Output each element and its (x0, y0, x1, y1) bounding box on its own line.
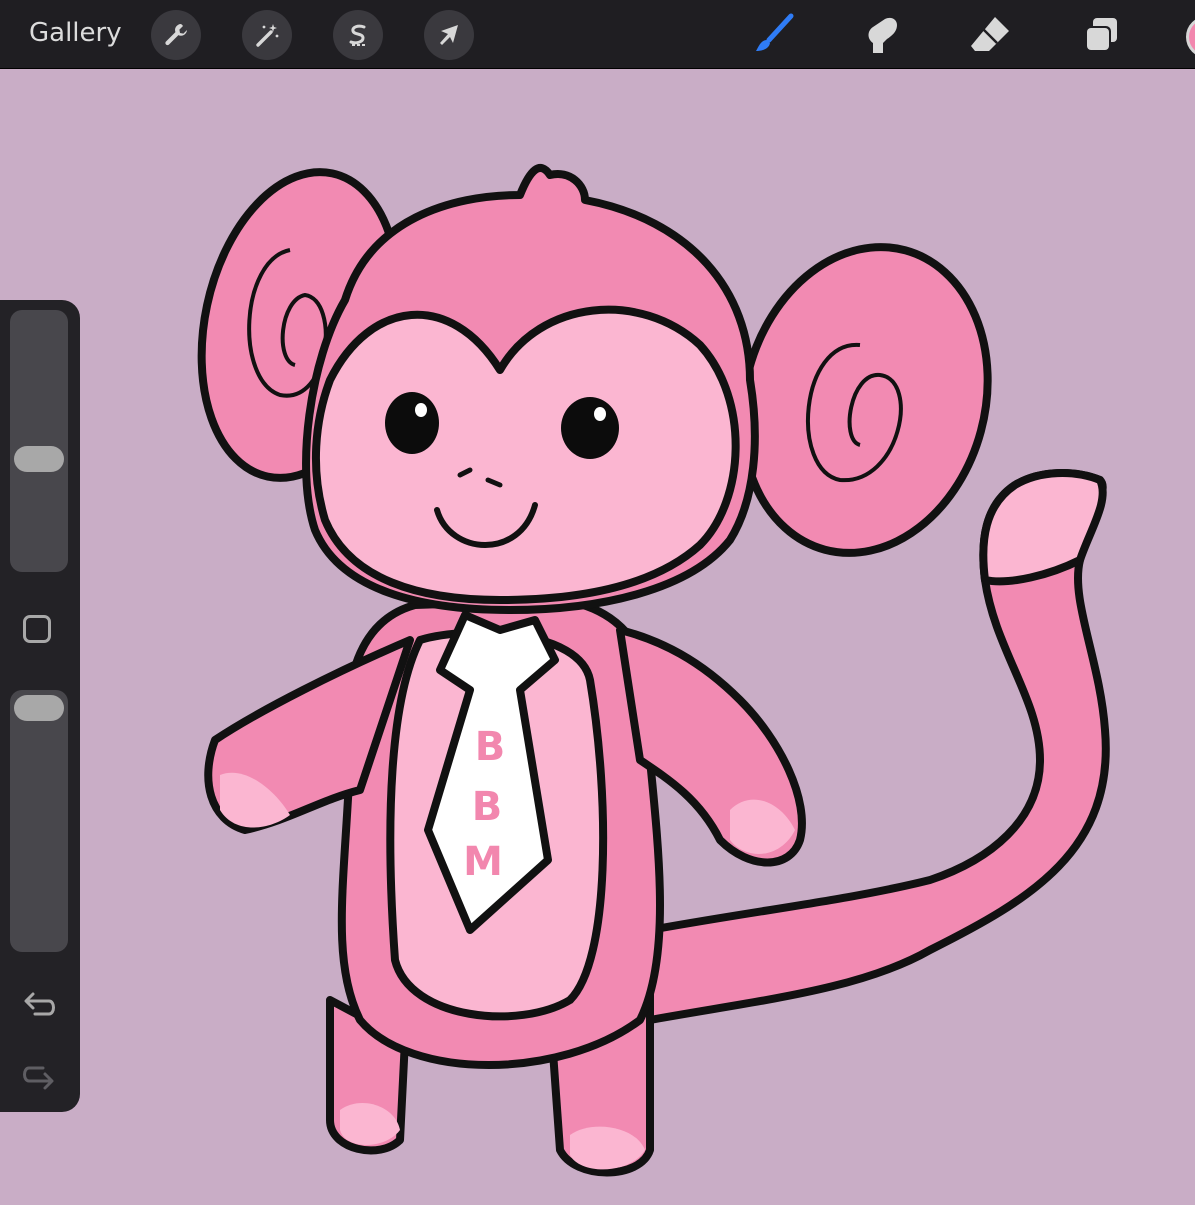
brush-tool-button[interactable] (746, 10, 800, 60)
layers-icon (1085, 18, 1117, 52)
modify-square-icon[interactable] (23, 615, 51, 643)
undo-icon[interactable] (19, 987, 59, 1027)
selection-s-icon (349, 24, 366, 46)
smudge-tool-button[interactable] (854, 10, 908, 60)
drawing-canvas[interactable]: B B M (0, 69, 1195, 1200)
adjustments-button[interactable] (242, 10, 292, 60)
transform-button[interactable] (424, 10, 474, 60)
magic-wand-icon (256, 24, 279, 47)
selection-button[interactable] (333, 10, 383, 60)
eraser-tool-button[interactable] (963, 10, 1017, 60)
brush-size-knob[interactable] (14, 446, 64, 472)
svg-text:M: M (463, 839, 503, 885)
eraser-icon (971, 17, 1009, 51)
svg-text:B: B (472, 784, 503, 830)
arrow-cursor-icon (440, 25, 458, 45)
redo-icon[interactable] (19, 1054, 59, 1094)
layers-button[interactable] (1073, 10, 1127, 60)
brush-sidebar (0, 300, 80, 1112)
opacity-slider[interactable] (10, 690, 68, 952)
gallery-button[interactable]: Gallery (29, 18, 122, 48)
top-toolbar: Gallery (0, 0, 1195, 69)
monkey-artwork: B B M (197, 164, 1110, 1177)
brush-size-slider[interactable] (10, 310, 68, 572)
svg-text:B: B (475, 724, 506, 770)
wrench-icon (165, 24, 187, 46)
color-picker-button[interactable] (1186, 16, 1195, 58)
actions-button[interactable] (151, 10, 201, 60)
opacity-knob[interactable] (14, 695, 64, 721)
paintbrush-icon (756, 13, 794, 51)
smudge-finger-icon (868, 17, 897, 53)
